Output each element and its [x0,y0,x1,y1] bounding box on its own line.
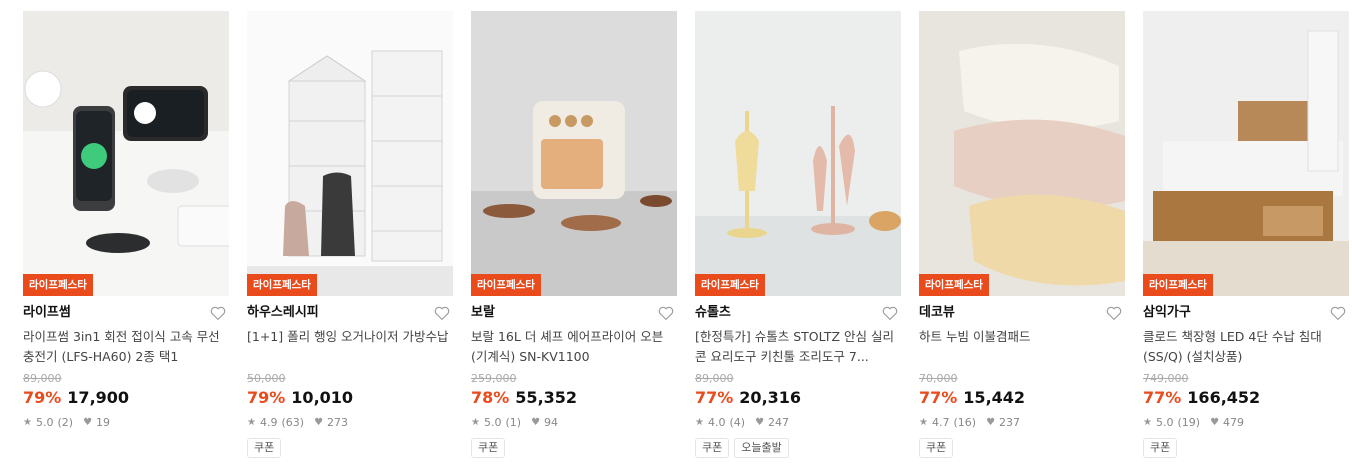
star-icon: ★ [919,417,928,428]
heart-outline-icon[interactable] [1105,304,1123,322]
same-day-shipping-tag: 오늘출발 [734,438,789,458]
product-grid: 라이프페스타 라이프썸 라이프썸 3in1 회전 접이식 고속 무선충전기 (L… [0,0,1352,469]
heart-filled-icon: ♥ [83,417,93,428]
brand-name: 데코뷰 [919,305,955,320]
rating-value: 5.0 [483,416,502,429]
heart-outline-icon[interactable] [209,304,227,322]
review-count: (63) [281,416,305,429]
heart-outline-icon[interactable] [433,304,451,322]
review-count: (2) [57,416,74,429]
sale-price: 20,316 [739,388,802,407]
like-count: 94 [544,416,559,429]
discount-rate: 77% [1143,388,1182,407]
like-count: 479 [1223,416,1245,429]
discount-rate: 79% [247,388,286,407]
heart-filled-icon: ♥ [1210,417,1220,428]
like-count: 19 [96,416,111,429]
product-name[interactable]: 보랄 16L 더 셰프 에어프라이어 오븐 (기계식) SN-KV1100 [471,327,677,367]
life-festa-badge: 라이프페스타 [23,274,93,296]
life-festa-badge: 라이프페스타 [247,274,317,296]
heart-filled-icon: ♥ [531,417,541,428]
product-card[interactable]: 라이프페스타 보랄 보랄 16L 더 셰프 에어프라이어 오븐 (기계식) SN… [471,11,677,458]
product-name[interactable]: [한정특가] 슈톨츠 STOLTZ 안심 실리콘 요리도구 키친툴 조리도구 7… [695,327,901,367]
brand-name: 보랄 [471,305,495,320]
star-icon: ★ [247,417,256,428]
coupon-tag: 쿠폰 [1143,438,1178,458]
discount-rate: 79% [23,388,62,407]
star-icon: ★ [695,417,704,428]
product-image[interactable]: 라이프페스타 [471,11,677,296]
rating-value: 4.0 [707,416,726,429]
product-name[interactable]: [1+1] 폴리 행잉 오거나이저 가방수납 [247,327,453,367]
rating-value: 4.9 [259,416,278,429]
product-card[interactable]: 라이프페스타 데코뷰 하트 누빔 이불겸패드 70,000 77% 15,442 … [919,11,1125,458]
review-count: (1) [505,416,522,429]
sale-price: 10,010 [291,388,354,407]
product-image[interactable]: 라이프페스타 [919,11,1125,296]
life-festa-badge: 라이프페스타 [471,274,541,296]
review-count: (16) [953,416,977,429]
life-festa-badge: 라이프페스타 [695,274,765,296]
heart-filled-icon: ♥ [755,417,765,428]
review-count: (19) [1177,416,1201,429]
coupon-tag: 쿠폰 [919,438,954,458]
product-image[interactable]: 라이프페스타 [695,11,901,296]
product-image[interactable]: 라이프페스타 [23,11,229,296]
heart-outline-icon[interactable] [881,304,899,322]
sale-price: 17,900 [67,388,130,407]
sale-price: 15,442 [963,388,1026,407]
like-count: 273 [327,416,349,429]
review-count: (4) [729,416,746,429]
product-card[interactable]: 라이프페스타 삼익가구 클로드 책장형 LED 4단 수납 침대 (SS/Q) … [1143,11,1349,458]
product-image[interactable]: 라이프페스타 [247,11,453,296]
rating-value: 5.0 [1155,416,1174,429]
original-price: 259,000 [471,372,517,385]
discount-rate: 77% [919,388,958,407]
coupon-tag: 쿠폰 [247,438,282,458]
product-name[interactable]: 라이프썸 3in1 회전 접이식 고속 무선충전기 (LFS-HA60) 2종 … [23,327,229,367]
heart-filled-icon: ♥ [986,417,996,428]
heart-filled-icon: ♥ [314,417,324,428]
heart-outline-icon[interactable] [657,304,675,322]
original-price: 89,000 [695,372,734,385]
heart-outline-icon[interactable] [1329,304,1347,322]
product-card[interactable]: 라이프페스타 하우스레시피 [1+1] 폴리 행잉 오거나이저 가방수납 50,… [247,11,453,458]
brand-name: 라이프썸 [23,305,71,320]
original-price: 749,000 [1143,372,1189,385]
discount-rate: 78% [471,388,510,407]
brand-name: 슈톨츠 [695,305,731,320]
product-card[interactable]: 라이프페스타 라이프썸 라이프썸 3in1 회전 접이식 고속 무선충전기 (L… [23,11,229,430]
rating-value: 5.0 [35,416,54,429]
sale-price: 55,352 [515,388,578,407]
star-icon: ★ [1143,417,1152,428]
original-price: 70,000 [919,372,958,385]
sale-price: 166,452 [1187,388,1261,407]
discount-rate: 77% [695,388,734,407]
star-icon: ★ [471,417,480,428]
original-price: 50,000 [247,372,286,385]
product-image[interactable]: 라이프페스타 [1143,11,1349,296]
like-count: 237 [999,416,1021,429]
like-count: 247 [768,416,790,429]
original-price: 89,000 [23,372,62,385]
product-name[interactable]: 클로드 책장형 LED 4단 수납 침대 (SS/Q) (설치상품) [1143,327,1349,367]
brand-name: 하우스레시피 [247,305,319,320]
life-festa-badge: 라이프페스타 [919,274,989,296]
brand-name: 삼익가구 [1143,305,1191,320]
product-name[interactable]: 하트 누빔 이불겸패드 [919,327,1125,367]
product-card[interactable]: 라이프페스타 슈톨츠 [한정특가] 슈톨츠 STOLTZ 안심 실리콘 요리도구… [695,11,901,458]
rating-value: 4.7 [931,416,950,429]
coupon-tag: 쿠폰 [695,438,730,458]
coupon-tag: 쿠폰 [471,438,506,458]
star-icon: ★ [23,417,32,428]
life-festa-badge: 라이프페스타 [1143,274,1213,296]
